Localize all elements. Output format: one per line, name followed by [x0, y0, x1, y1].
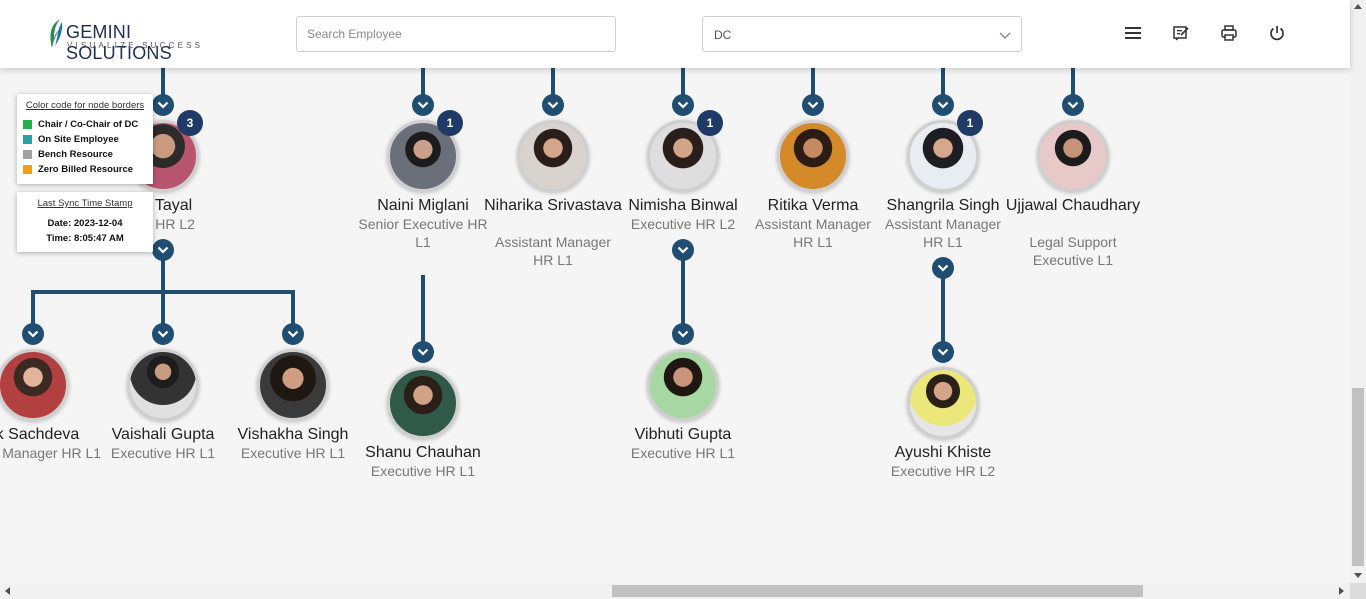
employee-name: Ritika Verma	[767, 197, 859, 214]
legend-item: Chair / Co-Chair of DC	[23, 117, 147, 132]
reportee-count-badge[interactable]: 1	[957, 110, 983, 136]
employee-avatar[interactable]	[647, 349, 719, 421]
legend-item: Zero Billed Resource	[23, 162, 147, 177]
employee-designation: istant Manager HR L1	[0, 445, 102, 461]
legend-label: Zero Billed Resource	[38, 164, 134, 175]
scrollbar-corner	[1350, 583, 1366, 599]
connector-line	[941, 274, 945, 346]
connector-line	[421, 275, 425, 345]
employee-name: Vibhuti Gupta	[634, 426, 732, 443]
employee-designation: Senior Executive HR L1	[358, 216, 488, 250]
expand-chevron-icon[interactable]	[672, 323, 694, 345]
legend-swatch	[23, 165, 32, 174]
scroll-right-arrow-icon[interactable]	[1339, 587, 1344, 595]
expand-chevron-icon[interactable]	[282, 323, 304, 345]
sync-time: Time: 8:05:47 AM	[46, 233, 124, 244]
chevron-down-icon	[999, 32, 1011, 39]
logo-leaf-icon	[50, 19, 64, 48]
horizontal-scrollbar-thumb[interactable]	[612, 585, 1143, 597]
border-color-legend: Color code for node borders Chair / Co-C…	[17, 94, 153, 184]
employee-designation: Assistant Manager HR L1	[495, 234, 611, 268]
scroll-up-arrow-icon[interactable]	[1354, 4, 1362, 9]
reportee-count-badge[interactable]: 1	[437, 110, 463, 136]
employee-designation: Executive HR L1	[110, 445, 216, 461]
employee-designation: Executive HR L1	[240, 445, 346, 461]
employee-avatar[interactable]	[1037, 120, 1109, 192]
legend-label: On Site Employee	[38, 134, 119, 145]
power-icon[interactable]	[1266, 22, 1288, 44]
reportee-count-badge[interactable]: 1	[697, 110, 723, 136]
scroll-left-arrow-icon[interactable]	[5, 587, 10, 595]
employee-name: Vaishali Gupta	[111, 426, 215, 443]
employee-name: Ujjawal Chaudhary	[1005, 197, 1141, 214]
connector-line	[161, 290, 165, 326]
employee-avatar[interactable]	[387, 367, 459, 439]
employee-name: ak Sachdeva	[0, 426, 80, 443]
expand-chevron-icon[interactable]	[412, 341, 434, 363]
employee-avatar[interactable]	[517, 120, 589, 192]
employee-avatar[interactable]	[0, 349, 69, 421]
search-employee-input[interactable]	[296, 16, 616, 52]
reportee-count-badge[interactable]: 3	[177, 110, 203, 136]
menu-icon[interactable]	[1122, 22, 1144, 44]
sync-date: Date: 2023-12-04	[47, 218, 123, 229]
connector-line	[681, 256, 685, 328]
connector-line	[161, 256, 165, 292]
expand-chevron-icon[interactable]	[932, 94, 954, 116]
expand-chevron-icon[interactable]	[932, 257, 954, 279]
connector-line	[291, 290, 295, 326]
app-header: GEMINI SOLUTIONS VISUALIZE SUCCESS DC	[0, 0, 1350, 68]
edit-icon[interactable]	[1170, 22, 1192, 44]
sync-timestamp-card: Last Sync Time Stamp Date: 2023-12-04 Ti…	[17, 192, 153, 252]
expand-chevron-icon[interactable]	[932, 341, 954, 363]
expand-chevron-icon[interactable]	[152, 239, 174, 261]
expand-chevron-icon[interactable]	[1062, 94, 1084, 116]
department-select-value: DC	[714, 28, 732, 42]
expand-chevron-icon[interactable]	[802, 94, 824, 116]
legend-label: Chair / Co-Chair of DC	[38, 119, 139, 130]
employee-name: Shanu Chauhan	[365, 444, 481, 461]
employee-avatar[interactable]	[907, 367, 979, 439]
expand-chevron-icon[interactable]	[22, 323, 44, 345]
employee-designation: Executive HR L2	[890, 463, 996, 479]
employee-name: Nimisha Binwal	[628, 197, 738, 214]
scroll-down-arrow-icon[interactable]	[1354, 573, 1362, 578]
employee-avatar[interactable]	[127, 349, 199, 421]
logo-tagline: VISUALIZE SUCCESS	[67, 41, 204, 50]
connector-line	[31, 290, 35, 326]
employee-designation: Legal Support Executive L1	[1029, 234, 1117, 268]
legend-item: On Site Employee	[23, 132, 147, 147]
employee-name: Niharika Srivastava	[484, 197, 622, 214]
legend-label: Bench Resource	[38, 149, 113, 160]
employee-name: Shangrila Singh	[886, 197, 1000, 214]
legend-swatch	[23, 135, 32, 144]
sync-heading: Last Sync Time Stamp	[37, 198, 133, 209]
employee-designation: Executive HR L1	[630, 445, 736, 461]
expand-chevron-icon[interactable]	[672, 94, 694, 116]
company-logo[interactable]: GEMINI SOLUTIONS VISUALIZE SUCCESS	[46, 16, 216, 63]
employee-name: Vishakha Singh	[237, 426, 349, 443]
employee-avatar[interactable]	[777, 120, 849, 192]
legend-item: Bench Resource	[23, 147, 147, 162]
employee-name: Naini Miglani	[377, 197, 469, 214]
expand-chevron-icon[interactable]	[542, 94, 564, 116]
employee-designation: Assistant Manager HR L1	[885, 216, 1001, 250]
expand-chevron-icon[interactable]	[152, 323, 174, 345]
legend-swatch	[23, 120, 32, 129]
print-icon[interactable]	[1218, 22, 1240, 44]
employee-designation: Executive HR L1	[370, 463, 476, 479]
employee-name: Ayushi Khiste	[894, 444, 992, 461]
vertical-scrollbar-thumb[interactable]	[1352, 388, 1364, 566]
legend-swatch	[23, 150, 32, 159]
legend-heading: Color code for node borders	[25, 100, 145, 111]
expand-chevron-icon[interactable]	[152, 94, 174, 116]
employee-designation: Executive HR L2	[630, 216, 736, 232]
employee-avatar[interactable]	[257, 349, 329, 421]
department-select[interactable]: DC	[702, 16, 1022, 52]
expand-chevron-icon[interactable]	[412, 94, 434, 116]
employee-designation: Assistant Manager HR L1	[755, 216, 871, 250]
expand-chevron-icon[interactable]	[672, 239, 694, 261]
